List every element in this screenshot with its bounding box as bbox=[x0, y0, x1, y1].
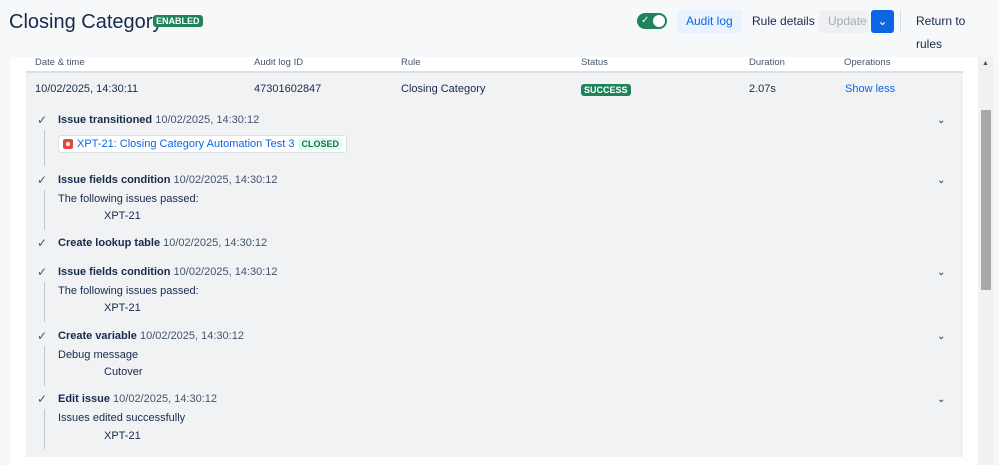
show-less-link[interactable]: Show less bbox=[845, 83, 895, 95]
chevron-down-icon[interactable]: ⌄ bbox=[937, 267, 945, 278]
column-header-date: Date & time bbox=[35, 57, 85, 68]
scroll-up-arrow-icon[interactable]: ▲ bbox=[982, 60, 989, 67]
step-line bbox=[44, 190, 45, 230]
chevron-down-icon: ⌄ bbox=[877, 14, 888, 28]
scrollbar-thumb[interactable] bbox=[981, 110, 991, 290]
step-title: Create variable bbox=[58, 330, 137, 342]
step-line bbox=[44, 409, 45, 449]
step-value: XPT-21 bbox=[104, 430, 141, 442]
step-label: The following issues passed: bbox=[58, 193, 199, 205]
enabled-badge: ENABLED bbox=[153, 15, 203, 27]
step-time: 10/02/2025, 14:30:12 bbox=[113, 393, 218, 405]
check-icon: ✓ bbox=[37, 329, 48, 343]
rule-details-button[interactable]: Rule details bbox=[743, 10, 824, 33]
step-line bbox=[44, 346, 45, 386]
chevron-down-icon[interactable]: ⌄ bbox=[937, 331, 945, 342]
step-label: Issues edited successfully bbox=[58, 412, 186, 424]
issue-link[interactable]: XPT-21: Closing Category Automation Test… bbox=[77, 138, 294, 150]
issue-status-badge: CLOSED bbox=[298, 138, 342, 150]
step-label: The following issues passed: bbox=[58, 285, 199, 297]
toggle-knob bbox=[653, 15, 665, 27]
check-icon: ✓ bbox=[37, 173, 48, 187]
rule-enabled-toggle[interactable]: ✓ bbox=[637, 13, 667, 29]
chevron-down-icon[interactable]: ⌄ bbox=[937, 394, 945, 405]
step-time: 10/02/2025, 14:30:12 bbox=[155, 114, 260, 126]
status-badge: SUCCESS bbox=[581, 84, 631, 96]
check-icon: ✓ bbox=[641, 15, 650, 26]
check-icon: ✓ bbox=[37, 113, 48, 127]
step-value: Cutover bbox=[104, 366, 143, 378]
step-line bbox=[44, 130, 45, 166]
step-title: Issue fields condition bbox=[58, 266, 171, 278]
chevron-down-icon[interactable]: ⌄ bbox=[937, 115, 945, 126]
divider bbox=[900, 10, 901, 33]
column-header-operations: Operations bbox=[844, 57, 891, 68]
step-value: XPT-21 bbox=[104, 210, 141, 222]
row-id: 47301602847 bbox=[254, 83, 322, 95]
issue-card[interactable]: XPT-21: Closing Category Automation Test… bbox=[58, 135, 347, 153]
step-title: Issue transitioned bbox=[58, 114, 153, 126]
step-time: 10/02/2025, 14:30:12 bbox=[173, 266, 278, 278]
column-header-rule: Rule bbox=[401, 57, 421, 68]
row-date: 10/02/2025, 14:30:11 bbox=[35, 83, 139, 95]
column-header-duration: Duration bbox=[749, 57, 785, 68]
column-header-id: Audit log ID bbox=[254, 57, 304, 68]
step-title: Issue fields condition bbox=[58, 174, 171, 186]
step-time: 10/02/2025, 14:30:12 bbox=[163, 237, 268, 249]
step-line bbox=[44, 282, 45, 322]
step-title: Edit issue bbox=[58, 393, 110, 405]
row-rule: Closing Category bbox=[401, 83, 486, 95]
return-to-rules-button[interactable]: Return to rules bbox=[907, 10, 999, 51]
bug-icon bbox=[63, 139, 73, 149]
step-label: Debug message bbox=[58, 349, 139, 361]
step-value: XPT-21 bbox=[104, 302, 141, 314]
check-icon: ✓ bbox=[37, 392, 48, 406]
step-time: 10/02/2025, 14:30:12 bbox=[173, 174, 278, 186]
row-duration: 2.07s bbox=[749, 83, 776, 95]
update-button[interactable]: Update bbox=[819, 10, 869, 33]
page-title: Closing Category bbox=[9, 11, 163, 33]
step-time: 10/02/2025, 14:30:12 bbox=[139, 330, 244, 342]
audit-log-button[interactable]: Audit log bbox=[677, 10, 742, 33]
check-icon: ✓ bbox=[37, 236, 48, 250]
column-header-status: Status bbox=[581, 57, 608, 68]
update-dropdown-button[interactable]: ⌄ bbox=[871, 10, 894, 33]
step-title: Create lookup table bbox=[58, 237, 161, 249]
chevron-down-icon[interactable]: ⌄ bbox=[937, 175, 945, 186]
check-icon: ✓ bbox=[37, 265, 48, 279]
